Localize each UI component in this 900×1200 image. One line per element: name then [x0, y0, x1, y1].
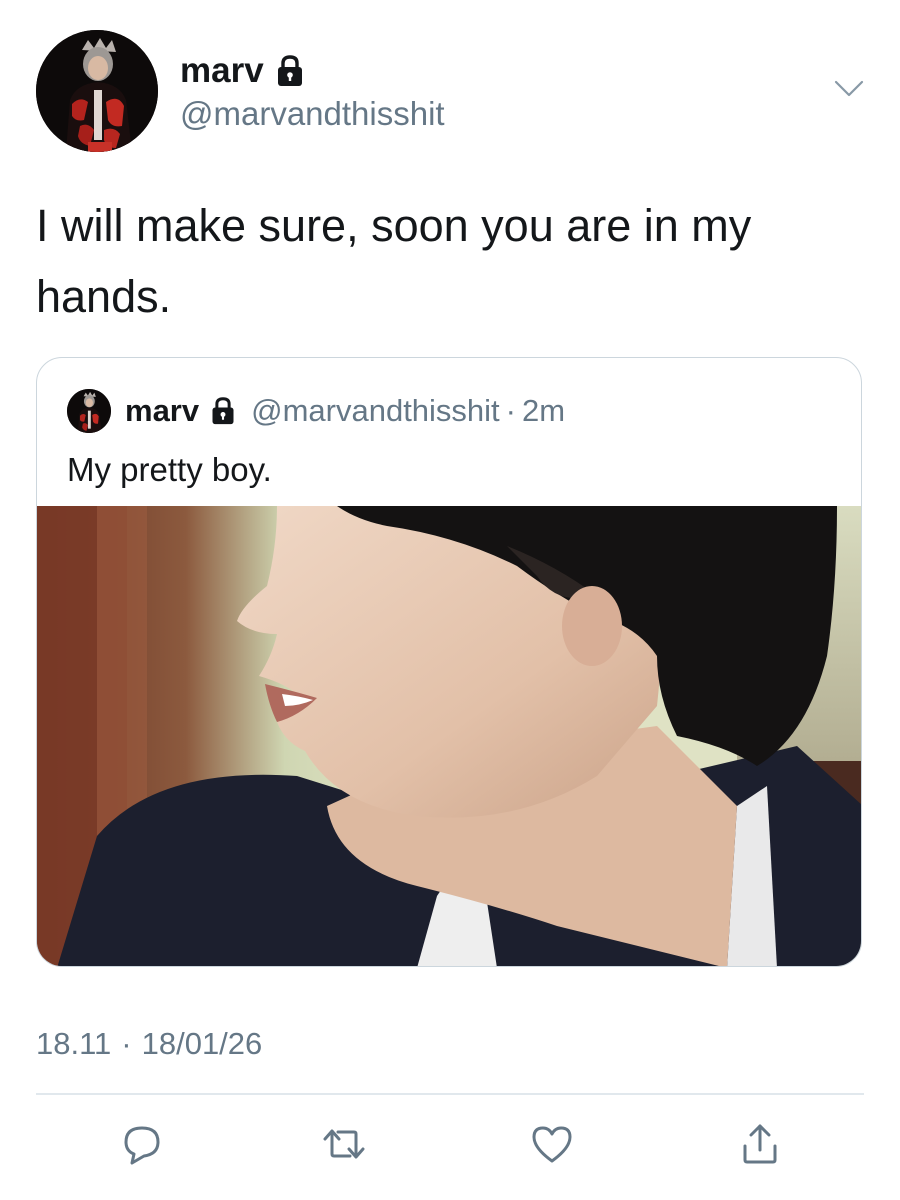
timestamp-time: 18.11 — [36, 1026, 112, 1061]
quoted-tweet-text: My pretty boy. — [67, 451, 272, 488]
action-divider — [36, 1093, 864, 1095]
quoted-author-handle: @marvandthisshit — [251, 393, 500, 428]
quoted-author-avatar — [67, 389, 111, 433]
chevron-down-icon — [834, 80, 864, 97]
quoted-tweet-card[interactable]: marv @marvandthisshit · 2m My pretty boy… — [36, 357, 862, 967]
share-button[interactable] — [736, 1120, 784, 1168]
lock-icon — [274, 54, 306, 88]
tweet-timestamp: 18.11 · 18/01/26 — [36, 1026, 262, 1062]
author-display-name[interactable]: marv — [180, 52, 264, 90]
quoted-tweet-photo[interactable] — [37, 506, 861, 966]
photo-image — [37, 506, 861, 966]
author-name-row[interactable]: marv — [180, 52, 306, 90]
quoted-avatar-image — [67, 389, 111, 433]
quoted-relative-time: 2m — [522, 393, 566, 428]
tweet-text: I will make sure, soon you are in my han… — [36, 200, 752, 322]
share-icon — [743, 1124, 777, 1164]
reply-icon — [124, 1126, 160, 1165]
lock-icon — [209, 396, 237, 426]
quoted-separator-dot: · — [505, 393, 516, 428]
more-options-button[interactable] — [834, 76, 864, 100]
author-handle[interactable]: @marvandthisshit — [180, 96, 445, 132]
like-button[interactable] — [528, 1120, 576, 1168]
author-avatar[interactable] — [36, 30, 158, 152]
reply-button[interactable] — [118, 1120, 166, 1168]
timestamp-date: 18/01/26 — [141, 1026, 263, 1061]
quoted-author-display-name: marv — [125, 393, 200, 428]
heart-icon — [532, 1126, 572, 1163]
retweet-icon — [323, 1129, 365, 1159]
quoted-tweet-header: marv @marvandthisshit · 2m — [67, 388, 565, 434]
avatar-image — [36, 30, 158, 152]
retweet-button[interactable] — [320, 1120, 368, 1168]
timestamp-separator: · — [121, 1026, 132, 1061]
